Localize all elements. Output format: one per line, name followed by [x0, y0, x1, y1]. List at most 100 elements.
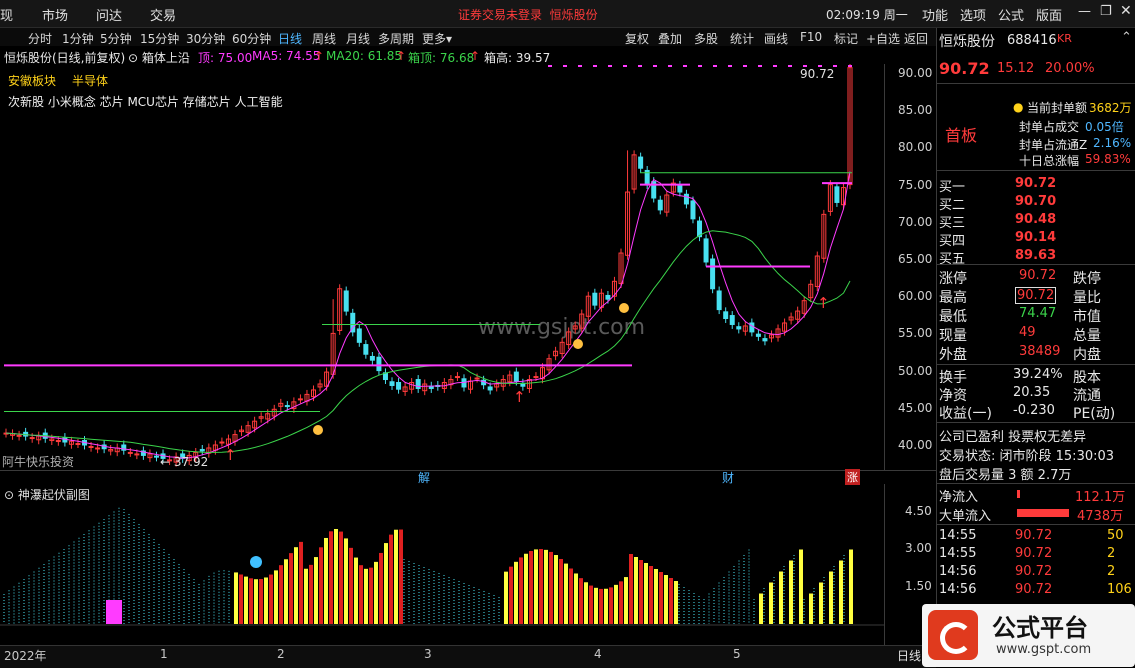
stat-value: -0.230 — [1013, 403, 1055, 418]
period-intraday[interactable]: 分时 — [28, 30, 52, 47]
event-limitup-marker[interactable]: 涨 — [845, 469, 860, 485]
period-15min[interactable]: 15分钟 — [140, 30, 179, 47]
divider — [937, 422, 1135, 423]
tool-overlay[interactable]: 叠加 — [658, 30, 682, 47]
period-60min[interactable]: 60分钟 — [232, 30, 271, 47]
net-inflow-label: 净流入 — [939, 490, 979, 505]
candle-body — [677, 184, 683, 193]
candle-body — [134, 453, 140, 456]
date-axis — [0, 645, 936, 668]
bid-price[interactable]: 90.70 — [1015, 194, 1056, 209]
stat-right-label: 流通 — [1073, 388, 1101, 404]
chart-divider — [0, 470, 936, 485]
tool-add-watchlist[interactable]: +自选 — [866, 30, 900, 47]
price-tick-label: 90.00 — [898, 66, 933, 80]
period-label[interactable]: 日线 — [897, 647, 921, 664]
period-monthly[interactable]: 月线 — [346, 30, 370, 47]
indicator-bar — [579, 578, 583, 624]
tool-mark[interactable]: 标记 — [834, 30, 858, 47]
indicator-bar — [334, 529, 338, 624]
period-1min[interactable]: 1分钟 — [62, 30, 94, 47]
tick-price: 90.72 — [1015, 564, 1053, 579]
indicator-bar — [239, 574, 243, 624]
after-hours-volume: 盘后交易量 3 额 2.7万 — [939, 468, 1072, 483]
login-notice[interactable]: 证券交易未登录 恒烁股份 — [458, 6, 598, 23]
indicator-name: 箱体上沿 — [141, 51, 190, 65]
bell-icon: ● — [1013, 100, 1024, 114]
close-icon[interactable]: ✕ — [1120, 3, 1132, 19]
price-tick-label: 65.00 — [898, 252, 933, 266]
indicator-bar — [544, 549, 548, 624]
price-tick-label: 70.00 — [898, 214, 933, 229]
tick-volume: 2 — [1107, 564, 1116, 579]
stat-value: 74.47 — [1019, 306, 1057, 321]
period-30min[interactable]: 30分钟 — [186, 30, 225, 47]
candle-body — [657, 199, 663, 211]
maximize-icon[interactable]: ❐ — [1100, 4, 1112, 19]
stat-value: 90.72 — [1019, 268, 1057, 283]
tick-volume: 50 — [1107, 528, 1124, 543]
period-daily[interactable]: 日线 — [278, 30, 302, 47]
menu-layout[interactable]: 版面 — [1036, 5, 1062, 24]
date-label: 4 — [594, 647, 602, 661]
indicator-bar — [589, 585, 593, 624]
hand-marker-icon — [313, 425, 323, 435]
stat-value: 39.24% — [1013, 367, 1063, 382]
indicator-bar — [504, 571, 508, 624]
indicator-bar — [319, 547, 323, 624]
buy-arrow-icon: ↑ — [224, 446, 237, 464]
indicator-bar — [639, 560, 643, 624]
indicator-bar — [669, 578, 673, 624]
signal-dot — [698, 65, 702, 67]
bid-label: 买二 — [939, 198, 966, 213]
bid-price[interactable]: 90.72 — [1015, 176, 1056, 191]
candle-body — [605, 294, 611, 300]
period-more[interactable]: 更多▾ — [422, 30, 452, 47]
bid-price[interactable]: 89.63 — [1015, 248, 1056, 263]
buy-arrow-icon: ↑ — [817, 294, 830, 312]
candle-body — [729, 315, 735, 325]
volume-subchart[interactable] — [0, 484, 885, 644]
divider — [937, 364, 1135, 365]
bid-price[interactable]: 90.14 — [1015, 230, 1056, 245]
candle-body — [376, 356, 382, 372]
tool-stats[interactable]: 统计 — [730, 30, 754, 47]
menu-formula[interactable]: 公式 — [998, 5, 1024, 24]
signal-dot — [683, 65, 687, 67]
up-arrow-icon: ↑ — [396, 49, 407, 63]
indicator-bar — [299, 541, 303, 624]
candle-body — [199, 448, 205, 452]
company-note: 公司已盈利 投票权无差异 — [939, 430, 1087, 445]
period-more-label: 更多 — [422, 32, 447, 46]
period-multi[interactable]: 多周期 — [378, 30, 414, 47]
menu-item-trade[interactable]: 交易 — [150, 5, 176, 24]
candle-body — [834, 186, 840, 203]
indicator-bar — [374, 561, 378, 624]
bid-price[interactable]: 90.48 — [1015, 212, 1056, 227]
indicator-bar — [779, 571, 783, 624]
menu-item-market[interactable]: 市场 — [42, 5, 68, 24]
indicator-bar — [654, 569, 658, 624]
tool-adjust[interactable]: 复权 — [625, 30, 649, 47]
price-tick-label: 45.00 — [898, 400, 933, 415]
gspt-logo: 公式平台 www.gspt.com — [922, 604, 1135, 667]
expand-icon[interactable]: ⌃ — [1121, 30, 1132, 45]
high-price-label: 90.72 — [800, 67, 834, 81]
tool-multi-stock[interactable]: 多股 — [694, 30, 718, 47]
candle-body — [703, 238, 709, 263]
menu-function[interactable]: 功能 — [922, 5, 948, 24]
indicator-bar — [529, 551, 533, 624]
tool-back[interactable]: 返回 — [904, 30, 928, 47]
sub-tick-label: 3.00 — [905, 541, 932, 555]
period-5min[interactable]: 5分钟 — [100, 30, 132, 47]
period-weekly[interactable]: 周线 — [312, 30, 336, 47]
menu-options[interactable]: 选项 — [960, 5, 986, 24]
tool-f10[interactable]: F10 — [800, 30, 822, 44]
menu-item-wenda[interactable]: 问达 — [96, 5, 122, 24]
minimize-icon[interactable]: — — [1078, 4, 1091, 19]
indicator-bar — [279, 565, 283, 624]
menu-item-xian[interactable]: 现 — [0, 5, 13, 24]
candlestick-chart[interactable]: www.gsjpt.com 90.72 ← 37.92 阿牛快乐投资 ↑ ↑ ↑ — [0, 64, 885, 470]
seal-amount-label: 当前封单额 — [1027, 101, 1088, 115]
tool-draw[interactable]: 画线 — [764, 30, 788, 47]
